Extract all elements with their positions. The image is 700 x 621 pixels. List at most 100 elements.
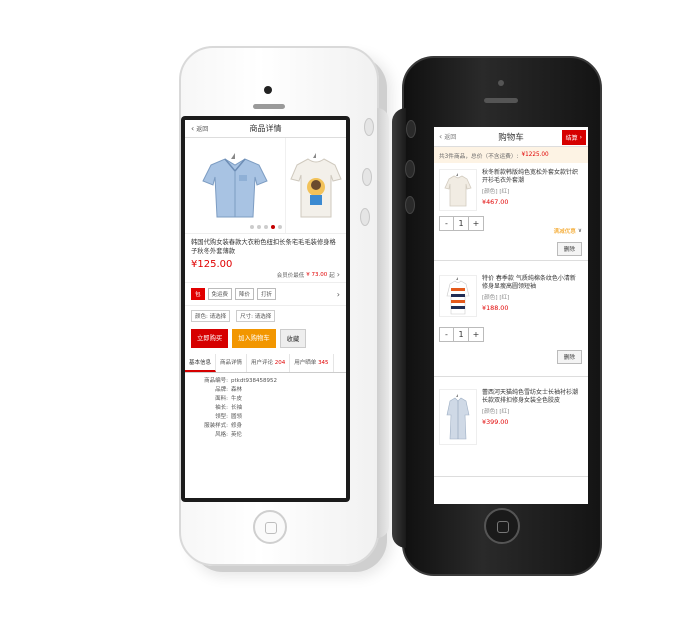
tab-product-details[interactable]: 商品详情 bbox=[216, 354, 248, 372]
decrement-button[interactable]: - bbox=[439, 216, 454, 231]
checkout-label: 结算 bbox=[565, 135, 578, 142]
info-value: 修身 bbox=[231, 423, 243, 429]
color-select[interactable]: 颜色: 请选择 bbox=[191, 310, 231, 322]
basic-info-list: 商品编号: ptkdt938458952 品牌: 森林 面料: 牛皮 袖长: 长袖 领型… bbox=[185, 373, 346, 444]
product-thumbnail[interactable] bbox=[439, 169, 477, 211]
tab-label: 用户晒单 bbox=[294, 360, 317, 366]
back-label: 返回 bbox=[444, 134, 457, 141]
tab-label: 基本信息 bbox=[189, 360, 212, 366]
info-row: 服装样式: 修身 bbox=[191, 422, 340, 431]
chevron-down-icon: ∨ bbox=[577, 228, 582, 234]
tab-user-reviews[interactable]: 用户评论 204 bbox=[247, 354, 291, 372]
top-nav-bar: ‹ 返回 商品详情 bbox=[185, 120, 346, 138]
front-camera bbox=[498, 80, 504, 86]
add-to-cart-button[interactable]: 加入购物车 bbox=[232, 329, 276, 348]
earpiece-speaker bbox=[253, 104, 285, 109]
volume-button bbox=[362, 168, 372, 186]
back-button[interactable]: ‹ 返回 bbox=[185, 124, 208, 133]
chevron-left-icon: ‹ bbox=[439, 132, 443, 141]
total-value: ¥1225.00 bbox=[521, 152, 549, 158]
promo-tag[interactable]: 免运费 bbox=[207, 288, 233, 300]
home-button[interactable] bbox=[253, 510, 287, 544]
checkout-button[interactable]: 结算 › bbox=[561, 130, 586, 145]
info-row: 品牌: 森林 bbox=[191, 386, 340, 395]
volume-button bbox=[405, 196, 415, 214]
info-value: 英伦 bbox=[231, 432, 243, 438]
product-price: ¥125.00 bbox=[191, 259, 233, 270]
cart-screen: ‹ 返回 购物车 结算 › 共3件商品，总价（不含运费）: ¥1225.00 秋… bbox=[434, 127, 588, 504]
tab-count: 345 bbox=[318, 360, 329, 366]
info-key: 品牌: bbox=[215, 387, 228, 393]
increment-button[interactable]: + bbox=[469, 327, 484, 342]
page-title: 商品详情 bbox=[249, 124, 282, 133]
delete-button[interactable]: 删除 bbox=[556, 350, 582, 364]
promo-tag[interactable]: 降价 bbox=[235, 288, 255, 300]
info-key: 商品编号: bbox=[204, 378, 228, 384]
member-price-row[interactable]: 会员价最低 ¥ 73.00 起 › bbox=[185, 270, 346, 279]
item-price: ¥399.00 bbox=[482, 418, 509, 426]
action-buttons: 立即购买 加入购物车 收藏 bbox=[185, 326, 346, 351]
buy-now-button[interactable]: 立即购买 bbox=[191, 329, 229, 348]
carousel-dot[interactable] bbox=[249, 225, 254, 229]
tab-basic-info[interactable]: 基本信息 bbox=[185, 354, 217, 372]
delete-button[interactable]: 删除 bbox=[556, 242, 582, 256]
detail-tabs: 基本信息 商品详情 用户评论 204 用户晒单 345 bbox=[185, 354, 346, 373]
tab-user-photos[interactable]: 用户晒单 345 bbox=[290, 354, 334, 372]
quantity-input[interactable]: 1 bbox=[454, 327, 469, 342]
member-price-suffix: 起 bbox=[329, 272, 335, 279]
front-camera bbox=[264, 86, 272, 94]
info-value: 长袖 bbox=[231, 405, 243, 411]
increment-button[interactable]: + bbox=[469, 216, 484, 231]
promo-dropdown[interactable]: 满减优惠 ∨ bbox=[554, 227, 583, 235]
back-button[interactable]: ‹ 返回 bbox=[434, 132, 456, 141]
item-attributes: [颜色] [红] bbox=[482, 189, 510, 195]
info-row: 风格: 英伦 bbox=[191, 431, 340, 440]
total-label: 共3件商品，总价（不含运费）: bbox=[439, 153, 519, 160]
product-thumbnail[interactable] bbox=[439, 275, 477, 317]
promo-label: 满减优惠 bbox=[553, 229, 576, 235]
decrement-button[interactable]: - bbox=[439, 327, 454, 342]
carousel-dot[interactable] bbox=[256, 225, 261, 229]
item-name[interactable]: 蕾西河天猫纯色雪纺女士长袖衬衫潮长款双排扣修身女装全色胶皮 bbox=[482, 389, 583, 405]
info-key: 领型: bbox=[215, 414, 228, 420]
cart-item: 蕾西河天猫纯色雪纺女士长袖衬衫潮长款双排扣修身女装全色胶皮 [颜色] [红] ¥… bbox=[434, 377, 588, 477]
info-value: 牛皮 bbox=[231, 396, 243, 402]
info-value: ptkdt938458952 bbox=[231, 378, 277, 384]
carousel-dot[interactable] bbox=[263, 225, 268, 229]
item-name[interactable]: 秋冬新款韩版纯色宽松外套女款针织开衫毛衣外套潮 bbox=[482, 169, 583, 185]
info-key: 面料: bbox=[215, 396, 228, 402]
sku-options: 颜色: 请选择 尺寸: 请选择 bbox=[185, 305, 346, 326]
product-screen: ‹ 返回 商品详情 韩国代购女装春款大衣粉色纽扣长条宅毛毛装修身格子秋冬外套薄款… bbox=[181, 116, 350, 502]
volume-button bbox=[364, 118, 374, 136]
product-thumbnail[interactable] bbox=[439, 389, 477, 445]
info-key: 服装样式: bbox=[204, 423, 228, 429]
size-select[interactable]: 尺寸: 请选择 bbox=[236, 310, 276, 322]
info-value: 森林 bbox=[231, 387, 243, 393]
item-attributes: [颜色] [红] bbox=[482, 409, 510, 415]
volume-button bbox=[360, 208, 370, 226]
cart-item: 特价 春季款 气质纯棉条纹色小清新 修身显瘦高圆领短袖 [颜色] [红] ¥18… bbox=[434, 261, 588, 377]
promo-tag[interactable]: 包 bbox=[191, 288, 205, 300]
carousel-dot[interactable] bbox=[277, 225, 282, 229]
product-image-carousel[interactable] bbox=[185, 138, 346, 234]
back-label: 返回 bbox=[196, 126, 209, 133]
item-name[interactable]: 特价 春季款 气质纯棉条纹色小清新 修身显瘦高圆领短袖 bbox=[482, 275, 583, 291]
volume-button bbox=[405, 160, 415, 178]
volume-button bbox=[406, 120, 416, 138]
favorite-button[interactable]: 收藏 bbox=[279, 329, 307, 348]
chevron-right-icon[interactable]: › bbox=[337, 290, 340, 299]
carousel-dot-active[interactable] bbox=[270, 225, 275, 229]
phone-side-edge bbox=[377, 108, 389, 538]
info-key: 风格: bbox=[215, 432, 228, 438]
info-row: 袖长: 长袖 bbox=[191, 404, 340, 413]
quantity-stepper: - 1 + bbox=[439, 327, 583, 342]
top-nav-bar: ‹ 返回 购物车 结算 › bbox=[434, 127, 588, 147]
home-button[interactable] bbox=[484, 508, 520, 544]
promo-tag[interactable]: 打折 bbox=[257, 288, 277, 300]
tab-count: 204 bbox=[274, 360, 286, 366]
item-price: ¥467.00 bbox=[482, 198, 509, 206]
promotion-tags: 包 免运费 降价 打折 › bbox=[185, 282, 346, 305]
product-image bbox=[185, 138, 285, 233]
phone-side-edge bbox=[392, 108, 406, 548]
quantity-input[interactable]: 1 bbox=[454, 216, 469, 231]
